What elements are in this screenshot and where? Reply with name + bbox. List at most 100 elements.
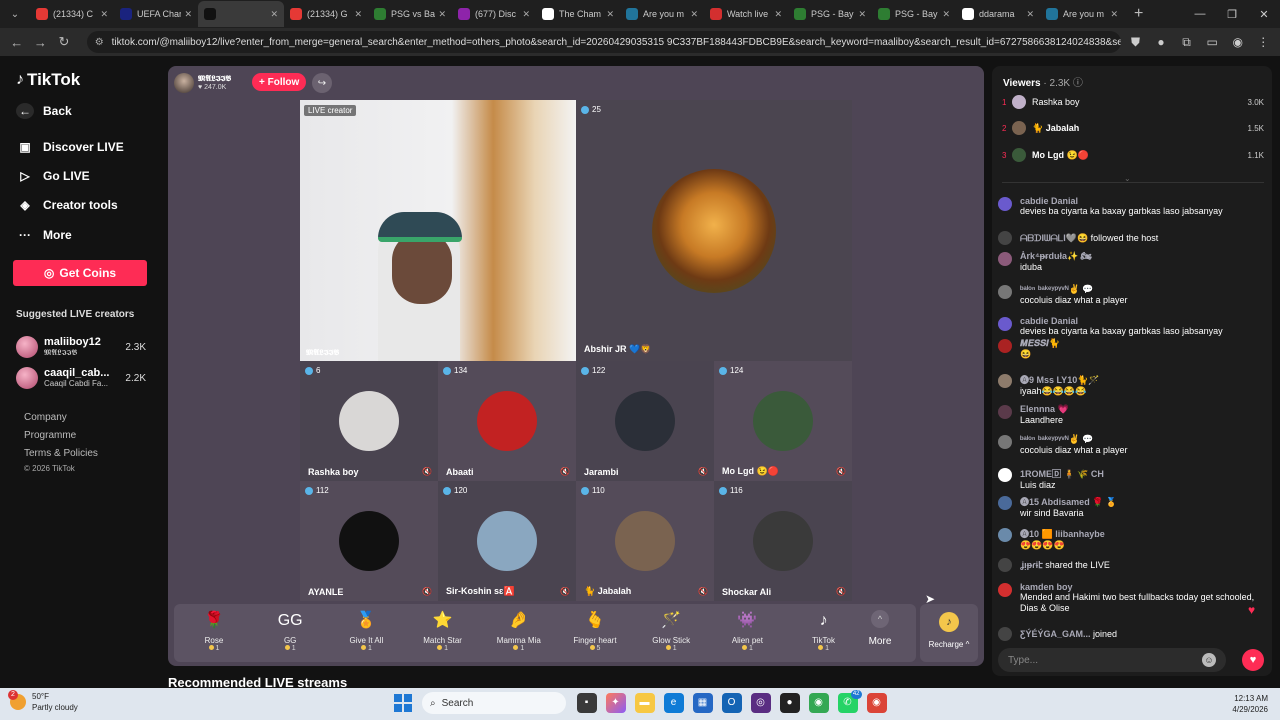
new-tab-icon[interactable]: +: [1124, 5, 1153, 23]
suggested-creator[interactable]: maliiboy12 𝕸𝕬𝕷𝕴𝕴𝕭 2.3K: [16, 336, 146, 358]
top-viewer-row[interactable]: 1 Rashka boy 3.0K: [1002, 93, 1264, 111]
gift-item[interactable]: 🪄 Glow Stick 1: [636, 608, 706, 652]
close-tab-icon[interactable]: ✕: [774, 9, 782, 20]
minimize-icon[interactable]: —: [1184, 8, 1216, 21]
tiktok-logo[interactable]: ♪ TikTok: [16, 70, 80, 90]
chat-input[interactable]: Type... ☺: [998, 648, 1226, 672]
browser-tab[interactable]: (21334) C ✕: [30, 1, 114, 27]
close-tab-icon[interactable]: ✕: [438, 9, 446, 20]
guest-tile[interactable]: 116 Shockar Ali 🔇: [714, 481, 852, 601]
browser-tab[interactable]: UEFA Chan ✕: [114, 1, 198, 27]
chat-message[interactable]: ʝᴉᵽɾɨէ shared the LIVE: [998, 557, 1268, 572]
extension-circle-icon[interactable]: ●: [1150, 35, 1172, 49]
browser-tab[interactable]: PSG vs Bay ✕: [368, 1, 452, 27]
back-arrow-icon[interactable]: ←: [6, 35, 28, 50]
chat-message[interactable]: kamden boy Mended and Hakimi two best ful…: [998, 582, 1268, 614]
browser-tab[interactable]: ✕: [198, 1, 284, 27]
media-player-icon[interactable]: ◎: [750, 693, 771, 713]
chrome-profile-icon[interactable]: ◉: [866, 693, 887, 713]
chat-message[interactable]: ƸÝÉÝGA_GAM... joined: [998, 626, 1268, 641]
gift-item[interactable]: 🏅 Give It All 1: [331, 608, 401, 652]
chat-message[interactable]: Ȧrk⁴ᵽᵲduła✨ 🏍 iduba: [998, 251, 1268, 273]
guest-tile[interactable]: 122 Jarambi 🔇: [576, 361, 714, 481]
chat-message[interactable]: cabdie Danial devies ba ciyarta ka baxay …: [998, 316, 1268, 337]
guest-main-tile[interactable]: 25 Abshir JR 💙🦁: [576, 100, 852, 361]
browser-tab[interactable]: (21334) G ✕: [284, 1, 368, 27]
chat-message[interactable]: ᵇᵃˡᵒⁿ ᵇᵃᵏᵉʸᵖᵞᵛᴺ✌️ 💬 cocoluis diaz what a …: [998, 434, 1268, 456]
close-tab-icon[interactable]: ✕: [522, 9, 530, 20]
guest-tile[interactable]: 6 Rashka boy 🔇: [300, 361, 438, 481]
file-explorer-icon[interactable]: ▬: [634, 693, 655, 713]
share-icon[interactable]: ↪: [312, 73, 332, 93]
browser-tab[interactable]: Are you m ✕: [1040, 1, 1124, 27]
guest-tile[interactable]: 124 Mo Lgd 😉🔴 🔇: [714, 361, 852, 481]
chat-message[interactable]: 🅐9 Mss LY10🐈🪄 iyaah😂😂😂😂: [998, 373, 1268, 397]
browser-tab[interactable]: Are you m ✕: [620, 1, 704, 27]
close-tab-icon[interactable]: ✕: [942, 9, 950, 20]
browser-tab[interactable]: The Cham ✕: [536, 1, 620, 27]
profile-avatar-icon[interactable]: ◉: [1227, 35, 1249, 49]
nav-go-live[interactable]: ▷ Go LIVE: [16, 168, 89, 184]
copilot-icon[interactable]: ✦: [605, 693, 626, 713]
site-info-icon[interactable]: ⚙: [95, 37, 104, 48]
close-tab-icon[interactable]: ✕: [1110, 9, 1118, 20]
chat-message[interactable]: 𝑴𝑬𝑺𝑺𝑰🐈 😆: [998, 338, 1268, 360]
close-window-icon[interactable]: ✕: [1248, 8, 1280, 21]
nav-creator-tools[interactable]: ◈ Creator tools: [16, 197, 117, 213]
restore-icon[interactable]: ❐: [1216, 8, 1248, 21]
reload-icon[interactable]: ↻: [53, 34, 75, 50]
close-tab-icon[interactable]: ✕: [354, 9, 362, 20]
gift-item[interactable]: 🤌 Mamma Mia 1: [484, 608, 554, 652]
guest-tile[interactable]: 112 AYANLE 🔇: [300, 481, 438, 601]
forward-arrow-icon[interactable]: →: [30, 35, 52, 50]
close-tab-icon[interactable]: ✕: [1026, 9, 1034, 20]
chat-message[interactable]: 🅐15 Abdisamed 🌹 🏅 wir sind Bavaria: [998, 495, 1268, 519]
store-icon[interactable]: ▦: [692, 693, 713, 713]
footer-company-link[interactable]: Company: [24, 412, 67, 423]
chat-message[interactable]: 1ROME🄳 🧍 🌾 CH Luis diaz: [998, 467, 1268, 491]
chat-message[interactable]: ᵇᵃˡᵒⁿ ᵇᵃᵏᵉʸᵖᵞᵛᴺ✌️ 💬 cocoluis diaz what a …: [998, 284, 1268, 306]
browser-tab[interactable]: ddarama ✕: [956, 1, 1040, 27]
nav-back[interactable]: ← Back: [16, 103, 72, 119]
whatsapp-icon[interactable]: ✆ 42: [837, 690, 862, 713]
chat-message[interactable]: Elennna 💗 Laandhere: [998, 404, 1268, 426]
gift-item[interactable]: 👾 Alien pet 1: [712, 608, 782, 652]
app-icon[interactable]: ●: [779, 693, 800, 713]
chat-message[interactable]: 🅐10 🟧 liibanhaybe 😍😍😍😍: [998, 527, 1268, 551]
send-heart-button[interactable]: ♥: [1242, 649, 1264, 671]
gift-item[interactable]: ♪ TikTok 1: [789, 608, 859, 652]
footer-terms-link[interactable]: Terms & Policies: [24, 448, 98, 459]
puzzle-extension-icon[interactable]: ⧉: [1176, 35, 1198, 50]
top-viewer-row[interactable]: 3 Mo Lgd 😉🔴 1.1K: [1002, 146, 1264, 164]
browser-tab[interactable]: PSG - Bay ✕: [872, 1, 956, 27]
get-coins-button[interactable]: ◎ Get Coins: [13, 260, 147, 286]
sidebar-icon[interactable]: ▭: [1201, 35, 1223, 49]
emoji-icon[interactable]: ☺: [1202, 653, 1216, 667]
chat-message[interactable]: ᗩᗷᗪIᗯᗩᒪI🩶😆 followed the host: [998, 230, 1268, 245]
edge-icon[interactable]: e: [663, 693, 684, 713]
nav-more[interactable]: ··· More: [16, 227, 72, 243]
follow-button[interactable]: + Follow: [252, 73, 307, 91]
gift-item[interactable]: GG GG 1: [255, 608, 325, 652]
windows-start-icon[interactable]: [394, 694, 412, 712]
close-tab-icon[interactable]: ✕: [270, 9, 278, 20]
browser-menu-icon[interactable]: ⋮: [1253, 35, 1275, 49]
guest-tile[interactable]: 134 Abaati 🔇: [438, 361, 576, 481]
tab-search-icon[interactable]: ⌄: [4, 3, 26, 25]
outlook-icon[interactable]: O: [721, 693, 742, 713]
guest-tile[interactable]: 120 Sir-Koshin sɛ🅰️ 🔇: [438, 481, 576, 601]
top-viewer-row[interactable]: 2 🐈 Jabalah 1.5K: [1002, 119, 1264, 137]
more-gifts-button[interactable]: ^ More: [850, 610, 910, 647]
browser-tab[interactable]: (677) Disc ✕: [452, 1, 536, 27]
gift-item[interactable]: ⭐ Match Star 1: [408, 608, 478, 652]
info-icon[interactable]: ⓘ: [1073, 78, 1083, 89]
recharge-button[interactable]: ♪ Recharge ^: [920, 604, 978, 662]
gift-item[interactable]: 🫰 Finger heart 5: [560, 608, 630, 652]
close-tab-icon[interactable]: ✕: [100, 9, 108, 20]
browser-tab[interactable]: PSG - Bay ✕: [788, 1, 872, 27]
host-video[interactable]: LIVE creator 𝕸𝕬𝕷𝕴𝕴𝕭: [300, 100, 576, 361]
url-field[interactable]: ⚙ tiktok.com/@maliiboy12/live?enter_from…: [86, 31, 1121, 53]
taskbar-search[interactable]: ⌕ Search: [422, 692, 566, 714]
guest-tile[interactable]: 110 🐈 Jabalah 🔇: [576, 481, 714, 601]
host-chip[interactable]: 𝕸𝕬𝕷𝕴𝕴𝕭 ♥ 247.0K: [174, 72, 231, 94]
